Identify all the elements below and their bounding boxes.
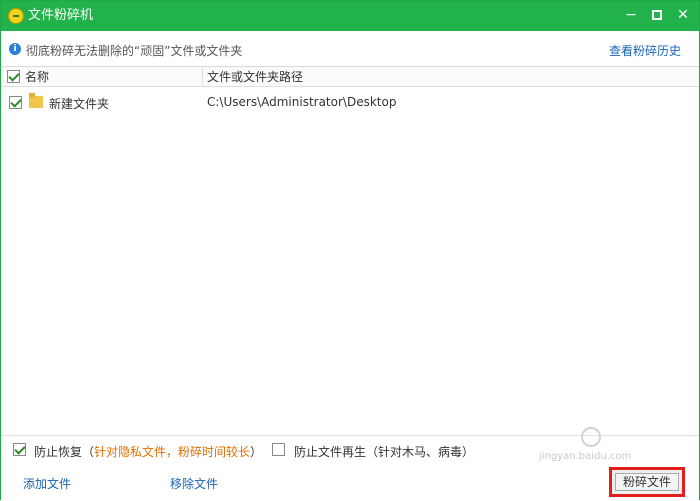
row-checkbox[interactable] (9, 96, 22, 109)
footer-bar: 添加文件 移除文件 粉碎文件 (1, 463, 699, 501)
info-bar: i 彻底粉碎无法删除的“顽固”文件或文件夹 查看粉碎历史 (1, 31, 699, 67)
file-list: 名称 文件或文件夹路径 新建文件夹 C:\Users\Administrator… (1, 67, 699, 435)
prevent-recovery-text: 防止恢复（ (34, 445, 95, 459)
select-all-checkbox[interactable] (7, 70, 20, 83)
prevent-recovery-note: 针对隐私文件，粉碎时间较长 (94, 445, 251, 459)
table-header: 名称 文件或文件夹路径 (1, 67, 699, 87)
row-file-name: 新建文件夹 (49, 97, 110, 111)
info-icon: i (9, 43, 21, 55)
info-text: 彻底粉碎无法删除的“顽固”文件或文件夹 (26, 44, 243, 58)
folder-icon (29, 93, 43, 108)
column-header-path[interactable]: 文件或文件夹路径 (207, 67, 303, 87)
close-button[interactable]: ✕ (671, 5, 695, 25)
shredder-window: 文件粉碎机 − ✕ i 彻底粉碎无法删除的“顽固”文件或文件夹 查看粉碎历史 名… (0, 0, 700, 501)
shred-files-button[interactable]: 粉碎文件 (615, 473, 679, 491)
minimize-button[interactable]: − (619, 5, 643, 25)
column-header-name[interactable]: 名称 (25, 67, 49, 87)
remove-files-link[interactable]: 移除文件 (170, 475, 218, 492)
prevent-recovery-close: ） (250, 445, 263, 459)
prevent-recovery-label[interactable]: 防止恢复（针对隐私文件，粉碎时间较长） (34, 443, 262, 460)
add-files-link[interactable]: 添加文件 (23, 475, 71, 492)
maximize-icon (652, 10, 662, 20)
baidu-paw-icon (581, 427, 601, 447)
prevent-regen-checkbox[interactable] (272, 443, 285, 456)
shred-button-highlight: 粉碎文件 (609, 467, 685, 497)
window-title: 文件粉碎机 (28, 8, 94, 23)
watermark-url: jingyan.baidu.com (539, 451, 632, 462)
prevent-recovery-checkbox[interactable] (13, 443, 26, 456)
view-history-link[interactable]: 查看粉碎历史 (609, 42, 681, 59)
prevent-regen-label[interactable]: 防止文件再生（针对木马、病毒） (294, 443, 474, 460)
title-bar: 文件粉碎机 − ✕ (1, 1, 699, 31)
baidu-watermark: jingyan.baidu.com (529, 421, 669, 465)
row-file-path: C:\Users\Administrator\Desktop (207, 95, 397, 109)
table-row[interactable]: 新建文件夹 C:\Users\Administrator\Desktop (1, 91, 699, 113)
column-divider[interactable] (202, 67, 203, 87)
shredder-app-icon (8, 8, 24, 24)
maximize-button[interactable] (645, 5, 669, 25)
